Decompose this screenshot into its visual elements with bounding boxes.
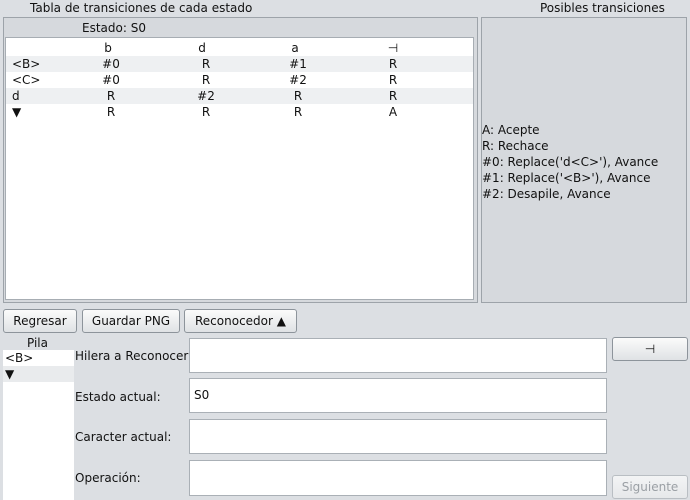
transition-table-title: Tabla de transiciones de cada estado — [30, 1, 253, 15]
state-label: Estado: S0 — [82, 21, 146, 35]
table-cell: R — [201, 105, 211, 119]
recognizer-button[interactable]: Reconocedor ▲ — [184, 309, 297, 333]
table-cell: ▼ — [12, 105, 22, 119]
operation-label: Operación: — [75, 471, 141, 485]
stack-item: ▼ — [3, 366, 74, 382]
table-row[interactable]: <C> #0 R #2 R — [6, 72, 473, 88]
current-char-field — [189, 419, 607, 454]
table-cell: R — [293, 105, 303, 119]
stack-list: <B> ▼ — [3, 350, 74, 500]
table-cell: R — [201, 73, 211, 87]
legend-item: #0: Replace('d<C>'), Avance — [482, 155, 659, 169]
table-cell: R — [106, 89, 116, 103]
table-cell: R — [388, 73, 398, 87]
table-header-cell: ⊣ — [387, 41, 399, 55]
string-label: Hilera a Reconocer: — [75, 349, 193, 363]
table-cell: #1 — [289, 57, 307, 71]
table-cell: <B> — [12, 57, 41, 71]
stack-title: Pila — [27, 336, 48, 350]
table-cell: R — [388, 89, 398, 103]
possible-transitions-title: Posibles transiciones — [540, 1, 665, 15]
legend-item: #2: Desapile, Avance — [482, 187, 611, 201]
stack-item: <B> — [5, 351, 34, 365]
string-input[interactable] — [189, 338, 607, 373]
legend-item: R: Rechace — [482, 139, 549, 153]
table-row[interactable]: ▼ R R R A — [6, 104, 473, 120]
legend-item: #1: Replace('<B>'), Avance — [482, 171, 651, 185]
current-state-field: S0 — [189, 378, 607, 413]
table-cell: d — [12, 89, 20, 103]
table-header-cell: d — [198, 41, 206, 55]
table-cell: #2 — [289, 73, 307, 87]
back-button[interactable]: Regresar — [3, 309, 77, 333]
current-state-label: Estado actual: — [75, 390, 161, 404]
end-marker-button[interactable]: ⊣ — [612, 337, 688, 361]
next-button[interactable]: Siguiente — [612, 475, 688, 499]
table-header-cell — [12, 40, 72, 56]
table-header-row: b d a ⊣ — [6, 40, 473, 56]
table-row[interactable]: d R #2 R R — [6, 88, 473, 104]
table-cell: R — [293, 89, 303, 103]
save-png-button[interactable]: Guardar PNG — [82, 309, 180, 333]
table-cell: A — [388, 105, 398, 119]
table-cell: #0 — [102, 57, 120, 71]
table-cell: <C> — [12, 73, 41, 87]
table-cell: #2 — [197, 89, 215, 103]
table-header-cell: a — [291, 41, 299, 55]
table-cell: R — [201, 57, 211, 71]
transition-table: b d a ⊣ <B> #0 R #1 R <C> #0 R #2 R d R … — [5, 37, 474, 300]
operation-field — [189, 460, 607, 496]
current-char-label: Caracter actual: — [75, 430, 172, 444]
table-cell: R — [106, 105, 116, 119]
legend-item: A: Acepte — [482, 123, 540, 137]
table-row[interactable]: <B> #0 R #1 R — [6, 56, 473, 72]
table-header-cell: b — [104, 41, 112, 55]
table-cell: #0 — [102, 73, 120, 87]
table-cell: R — [388, 57, 398, 71]
